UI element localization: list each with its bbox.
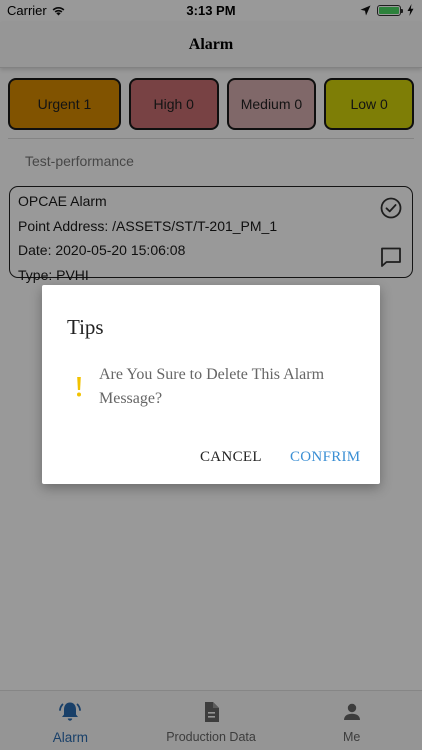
cancel-button[interactable]: CANCEL (200, 449, 262, 466)
dialog-title: Tips (67, 315, 104, 339)
warning-icon (77, 377, 81, 397)
confirm-delete-dialog: Tips Are You Sure to Delete This Alarm M… (42, 285, 380, 484)
dialog-message: Are You Sure to Delete This Alarm Messag… (99, 366, 325, 407)
confirm-button[interactable]: CONFRIM (290, 449, 360, 466)
